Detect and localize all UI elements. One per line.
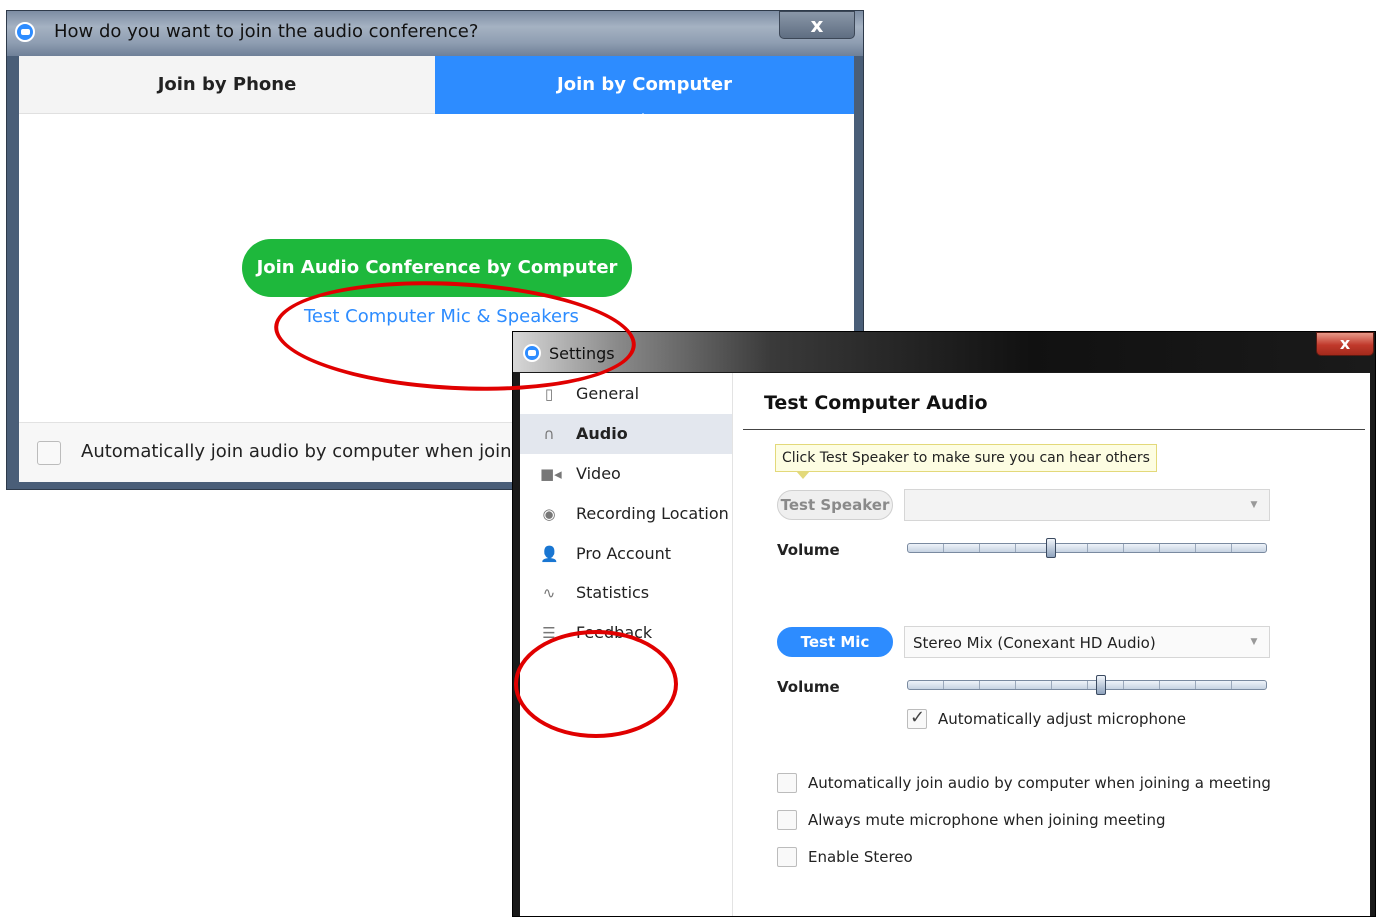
sidebar-item-label: Pro Account bbox=[576, 544, 672, 563]
speaker-volume-slider[interactable] bbox=[907, 538, 1267, 558]
chevron-down-icon: ▼ bbox=[1250, 637, 1258, 647]
section-title: Test Computer Audio bbox=[764, 392, 988, 414]
auto-join-label: Automatically join audio by computer whe… bbox=[808, 774, 1271, 792]
join-dialog-titlebar[interactable]: How do you want to join the audio confer… bbox=[7, 11, 863, 56]
mic-volume-thumb[interactable] bbox=[1096, 675, 1106, 695]
sidebar-item-video[interactable]: ■◂ Video bbox=[520, 454, 732, 494]
slider-track bbox=[908, 544, 1266, 552]
sidebar-item-statistics[interactable]: ∿ Statistics bbox=[520, 573, 732, 613]
auto-join-checkbox[interactable] bbox=[777, 773, 797, 793]
test-speaker-button[interactable]: Test Speaker bbox=[777, 490, 893, 520]
enable-stereo-checkbox[interactable] bbox=[777, 847, 797, 867]
enable-stereo-label: Enable Stereo bbox=[808, 848, 913, 866]
auto-join-audio-checkbox[interactable] bbox=[37, 441, 61, 465]
settings-body: ▯ General ∩ Audio ■◂ Video ◉ Recording L… bbox=[520, 373, 1370, 916]
phone-icon: ▯ bbox=[544, 385, 554, 403]
join-audio-by-computer-button[interactable]: Join Audio Conference by Computer bbox=[242, 239, 632, 297]
zoom-logo-icon bbox=[523, 344, 541, 362]
test-mic-button[interactable]: Test Mic bbox=[777, 627, 893, 657]
sidebar-item-label: Recording Location bbox=[576, 504, 729, 523]
join-dialog-close-button[interactable]: x bbox=[779, 11, 855, 39]
feedback-icon: ☰ bbox=[542, 624, 556, 642]
section-divider bbox=[743, 429, 1365, 430]
auto-adjust-mic-checkbox[interactable]: ✓ bbox=[907, 707, 927, 729]
sidebar-item-label: Feedback bbox=[576, 623, 653, 642]
join-dialog-title: How do you want to join the audio confer… bbox=[54, 21, 479, 42]
headphones-icon: ∩ bbox=[543, 425, 555, 443]
sidebar-item-pro-account[interactable]: 👤 Pro Account bbox=[520, 534, 732, 574]
sidebar-item-label: Audio bbox=[576, 424, 628, 443]
mic-volume-slider[interactable] bbox=[907, 675, 1267, 695]
zoom-logo-icon bbox=[15, 22, 35, 42]
settings-sidebar: ▯ General ∩ Audio ■◂ Video ◉ Recording L… bbox=[520, 373, 733, 916]
tab-join-by-phone[interactable]: Join by Phone bbox=[19, 56, 435, 114]
settings-window: Settings x ▯ General ∩ Audio ■◂ Video ◉ … bbox=[512, 331, 1376, 917]
sidebar-item-general[interactable]: ▯ General bbox=[520, 374, 732, 414]
always-mute-checkbox[interactable] bbox=[777, 810, 797, 830]
microphone-select-value: Stereo Mix (Conexant HD Audio) bbox=[913, 634, 1156, 652]
microphone-select[interactable]: Stereo Mix (Conexant HD Audio) ▼ bbox=[904, 626, 1270, 658]
sidebar-item-audio[interactable]: ∩ Audio bbox=[520, 414, 732, 454]
test-mic-speakers-link[interactable]: Test Computer Mic & Speakers bbox=[304, 306, 579, 327]
tab-join-by-computer[interactable]: Join by Computer bbox=[435, 56, 854, 123]
sidebar-item-label: General bbox=[576, 384, 640, 403]
speaker-volume-thumb[interactable] bbox=[1046, 538, 1056, 558]
speaker-volume-label: Volume bbox=[777, 541, 840, 559]
sidebar-item-label: Video bbox=[576, 464, 621, 483]
settings-titlebar[interactable]: Settings x bbox=[513, 332, 1375, 372]
settings-close-button[interactable]: x bbox=[1316, 332, 1374, 356]
user-icon: 👤 bbox=[540, 545, 559, 563]
auto-adjust-mic-label: Automatically adjust microphone bbox=[938, 710, 1186, 728]
record-icon: ◉ bbox=[542, 505, 556, 523]
always-mute-label: Always mute microphone when joining meet… bbox=[808, 811, 1166, 829]
chevron-down-icon: ▼ bbox=[1250, 500, 1258, 510]
sidebar-item-recording-location[interactable]: ◉ Recording Location bbox=[520, 494, 732, 534]
test-speaker-tooltip: Click Test Speaker to make sure you can … bbox=[775, 444, 1157, 479]
pulse-icon: ∿ bbox=[542, 584, 556, 602]
speaker-select[interactable]: ▼ bbox=[904, 489, 1270, 521]
video-camera-icon: ■◂ bbox=[540, 465, 562, 483]
sidebar-item-feedback[interactable]: ☰ Feedback bbox=[520, 613, 732, 653]
slider-track bbox=[908, 681, 1266, 689]
check-icon: ✓ bbox=[910, 707, 926, 728]
sidebar-item-label: Statistics bbox=[576, 583, 650, 602]
settings-title: Settings bbox=[549, 344, 615, 363]
audio-settings-panel: Test Computer Audio Click Test Speaker t… bbox=[743, 373, 1370, 916]
mic-volume-label: Volume bbox=[777, 678, 840, 696]
